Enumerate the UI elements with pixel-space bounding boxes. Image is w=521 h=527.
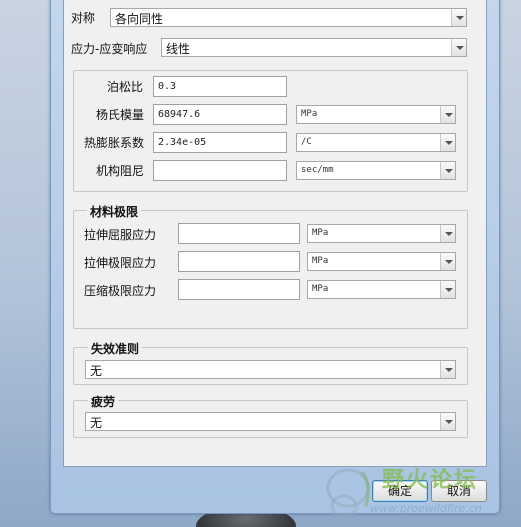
symmetry-value: 各向同性 — [115, 12, 164, 26]
compressive-ultimate-input[interactable] — [178, 279, 300, 300]
symmetry-label: 对称 — [71, 11, 96, 25]
failure-criterion-value: 无 — [90, 364, 103, 378]
chevron-down-icon[interactable] — [451, 39, 466, 56]
youngs-unit-select[interactable]: MPa — [296, 105, 456, 124]
chevron-down-icon[interactable] — [440, 413, 455, 430]
fatigue-group: 疲劳 无 — [73, 393, 468, 438]
material-limits-group: 材料极限 拉伸屈服应力 MPa 拉伸极限应力 MPa 压缩极限应力 MPa — [73, 203, 468, 329]
thermal-unit-value: /C — [301, 137, 312, 147]
thermal-unit-select[interactable]: /C — [296, 133, 456, 152]
damping-label: 机构阻尼 — [96, 164, 145, 178]
compressive-ultimate-unit-select[interactable]: MPa — [307, 280, 456, 299]
symmetry-select[interactable]: 各向同性 — [110, 8, 467, 27]
material-limits-title: 材料极限 — [87, 203, 142, 220]
properties-group: 泊松比 0.3 杨氏模量 68947.6 MPa 热膨胀系数 2.34e-05 … — [73, 70, 468, 192]
tensile-ultimate-unit-select[interactable]: MPa — [307, 252, 456, 271]
chevron-down-icon[interactable] — [440, 106, 455, 123]
watermark-url: www.proewildfire.cn — [370, 502, 482, 515]
material-definition-panel: 对称 各向同性 应力-应变响应 线性 泊松比 0.3 杨氏模量 68947.6 … — [63, 0, 487, 467]
stress-strain-label: 应力-应变响应 — [71, 42, 148, 56]
thermal-expansion-label: 热膨胀系数 — [84, 136, 145, 150]
tensile-ultimate-unit-value: MPa — [312, 256, 329, 266]
failure-criterion-select[interactable]: 无 — [85, 360, 456, 379]
compressive-ultimate-label: 压缩极限应力 — [84, 284, 157, 298]
tensile-ultimate-label: 拉伸极限应力 — [84, 256, 157, 270]
damping-unit-select[interactable]: sec/mm — [296, 161, 456, 180]
chevron-down-icon[interactable] — [440, 361, 455, 378]
chevron-down-icon[interactable] — [440, 162, 455, 179]
chevron-down-icon[interactable] — [440, 281, 455, 298]
youngs-modulus-label: 杨氏模量 — [96, 108, 145, 122]
chevron-down-icon[interactable] — [440, 134, 455, 151]
tensile-yield-unit-select[interactable]: MPa — [307, 224, 456, 243]
poisson-label: 泊松比 — [107, 80, 144, 94]
stress-strain-select[interactable]: 线性 — [161, 38, 467, 57]
youngs-unit-value: MPa — [301, 109, 318, 119]
youngs-modulus-input[interactable]: 68947.6 — [153, 104, 287, 125]
watermark-text: 野火论坛 — [382, 468, 479, 493]
tensile-yield-input[interactable] — [178, 223, 300, 244]
compressive-ultimate-unit-value: MPa — [312, 284, 329, 294]
chevron-down-icon[interactable] — [440, 225, 455, 242]
damping-input[interactable] — [153, 160, 287, 181]
failure-criterion-title: 失效准则 — [88, 340, 143, 357]
poisson-input[interactable]: 0.3 — [153, 76, 287, 97]
tensile-yield-label: 拉伸屈服应力 — [84, 228, 157, 242]
fatigue-select[interactable]: 无 — [85, 412, 456, 431]
fatigue-title: 疲劳 — [88, 393, 119, 410]
fatigue-value: 无 — [90, 416, 103, 430]
damping-unit-value: sec/mm — [301, 165, 334, 175]
stress-strain-value: 线性 — [166, 42, 191, 56]
failure-criterion-group: 失效准则 无 — [73, 340, 468, 385]
tensile-ultimate-input[interactable] — [178, 251, 300, 272]
chevron-down-icon[interactable] — [451, 9, 466, 26]
tensile-yield-unit-value: MPa — [312, 228, 329, 238]
thermal-expansion-input[interactable]: 2.34e-05 — [153, 132, 287, 153]
chevron-down-icon[interactable] — [440, 253, 455, 270]
